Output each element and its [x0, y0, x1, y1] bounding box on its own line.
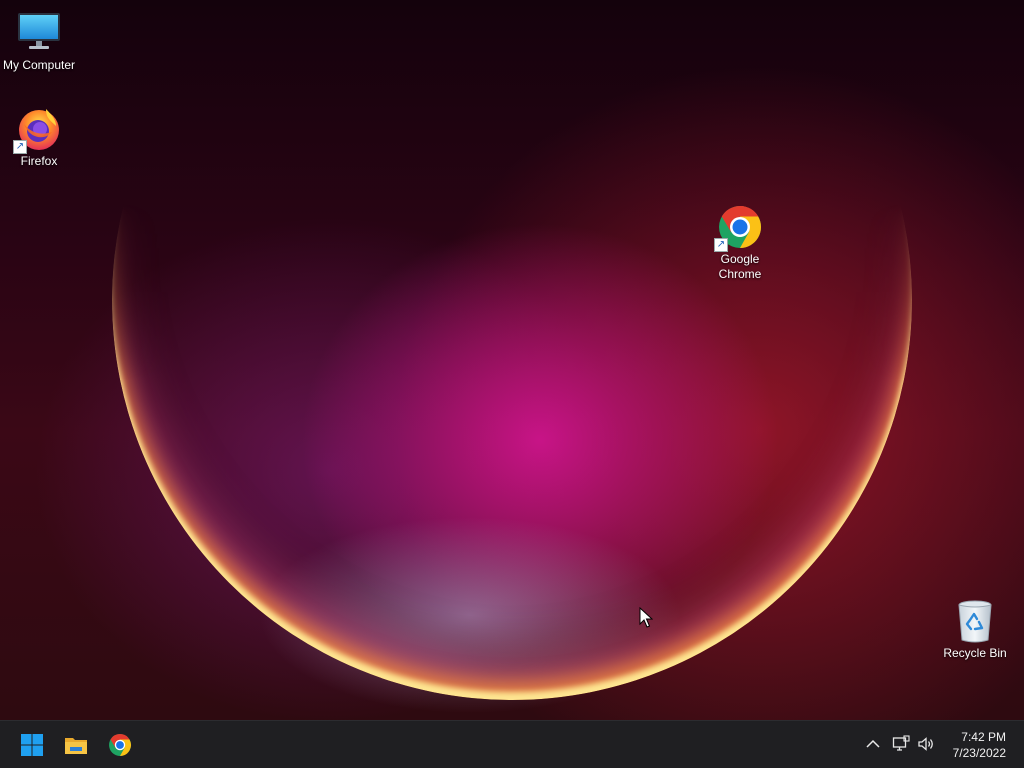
tray-overflow-button[interactable]	[862, 733, 884, 755]
shortcut-arrow-icon: ↗	[714, 238, 728, 252]
desktop-icon-recycle-bin[interactable]: Recycle Bin	[936, 598, 1014, 661]
chevron-up-icon	[866, 739, 880, 748]
chrome-icon	[109, 734, 131, 756]
folder-icon	[65, 738, 87, 754]
taskbar-chrome-button[interactable]	[100, 725, 140, 765]
taskbar: 7:42 PM 7/23/2022	[0, 720, 1024, 768]
clock-date: 7/23/2022	[952, 746, 1006, 760]
firefox-icon: ↗	[13, 106, 62, 154]
desktop-icon-label: My Computer	[2, 58, 76, 72]
desktop-icon-my-computer[interactable]: My Computer	[0, 10, 78, 73]
desktop-icon-google-chrome[interactable]: ↗ Google Chrome	[701, 204, 779, 282]
monitor-icon	[16, 10, 62, 56]
desktop-icon-label: Google Chrome	[718, 252, 762, 281]
network-icon	[892, 735, 910, 751]
desktop-background: My Computer ↗ Firefox ↗ Google Chrome Re…	[0, 0, 1024, 720]
shortcut-arrow-icon: ↗	[13, 140, 27, 154]
clock-time: 7:42 PM	[961, 730, 1006, 744]
recycle-bin-icon	[952, 598, 998, 644]
desktop-icon-label: Recycle Bin	[943, 646, 1007, 660]
chrome-icon: ↗	[714, 204, 763, 252]
taskbar-clock[interactable]: 7:42 PM 7/23/2022	[942, 729, 1006, 761]
tray-volume-button[interactable]	[915, 733, 937, 755]
desktop-icon-label: Firefox	[20, 154, 58, 168]
volume-icon	[918, 737, 933, 751]
windows-start-icon	[21, 734, 43, 756]
mouse-cursor-icon	[639, 607, 653, 628]
desktop-icon-firefox[interactable]: ↗ Firefox	[0, 106, 78, 169]
start-button[interactable]	[12, 725, 52, 765]
tray-network-button[interactable]	[890, 733, 912, 755]
taskbar-file-explorer-button[interactable]	[56, 725, 96, 765]
